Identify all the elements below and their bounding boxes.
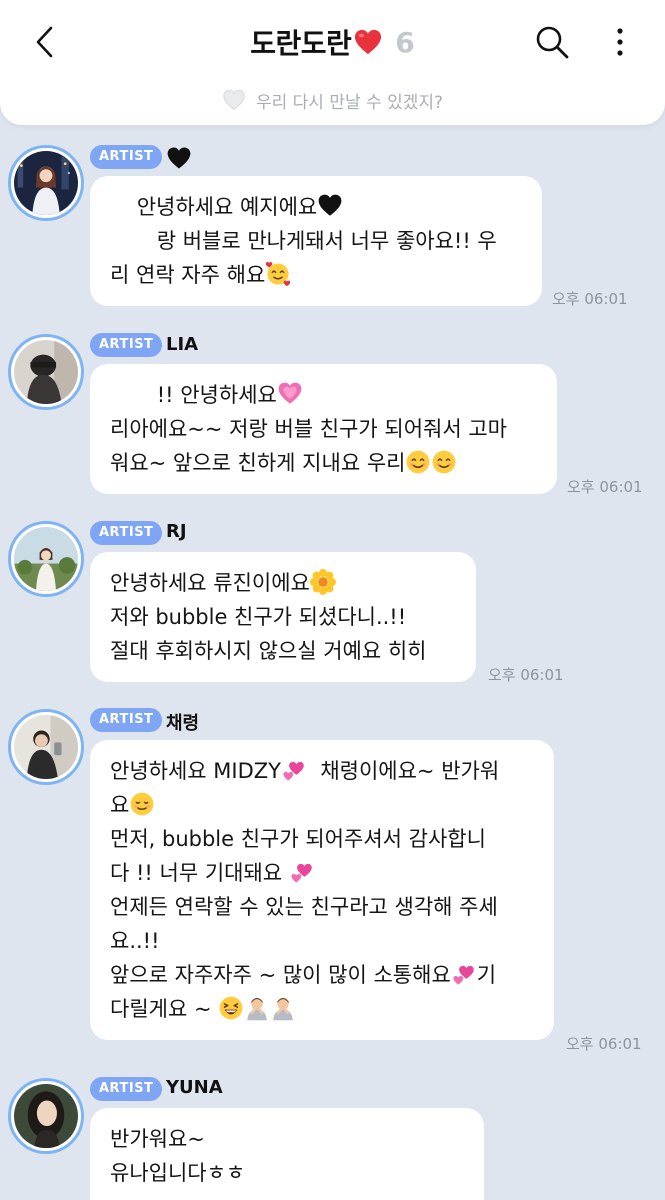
message-time: 오후 06:01: [552, 290, 628, 308]
avatar-photo: [14, 340, 78, 404]
artist-badge: ARTIST: [90, 145, 163, 169]
message-time: 오후 06:01: [488, 666, 564, 684]
sender-name: LIA: [166, 334, 199, 355]
laughing-emoji-icon: [218, 995, 244, 1021]
message-text: 기: [476, 963, 497, 987]
message-line: 안녕하세요 류진이에요: [110, 566, 456, 600]
message-text: 랑 버블로 만나게돼서 너무 좋아요!! 우: [110, 229, 497, 253]
subtitle-area: 우리 다시 만날 수 있겠지?: [0, 86, 665, 114]
message-line: 리아에요~~ 저랑 버블 친구가 되어줘서 고마: [110, 412, 537, 446]
message-line: 요..!!: [110, 924, 534, 958]
message-text: 유나입니다ㅎㅎ: [110, 1161, 246, 1185]
search-icon[interactable]: [534, 24, 570, 60]
message-text: 채령이에요~ 반가워: [306, 759, 500, 783]
message-time: 오후 06:01: [566, 1035, 642, 1053]
message-line: 랑 버블로 만나게돼서 너무 좋아요!! 우: [110, 224, 522, 258]
sender-name: RJ: [166, 521, 187, 542]
message-text: 리 연락 자주 해요: [110, 263, 266, 287]
message-bubble: !! 안녕하세요리아에요~~ 저랑 버블 친구가 되어줘서 고마워요~ 앞으로 …: [90, 364, 557, 494]
artist-badge: ARTIST: [90, 333, 163, 357]
message-line: 요: [110, 788, 534, 822]
white-heart-icon: [223, 90, 245, 111]
black-heart-emoji-icon: [317, 193, 343, 219]
message-line: 먼저, bubble 친구가 되어주셔서 감사합니: [110, 822, 534, 856]
chat-screen: 도란도란 6 우리 다시 만날 수 있겠지? ARTIST 안녕하세요 예지에요…: [0, 0, 665, 1200]
message-bubble: 안녕하세요 MIDZY 채령이에요~ 반가워요먼저, bubble 친구가 되어…: [90, 740, 554, 1040]
relieved-emoji-icon: [129, 791, 155, 817]
message-text: 앞으로 자주자주 ~ 많이 많이 소통해요: [110, 963, 451, 987]
two-hearts-emoji-icon: [289, 859, 315, 885]
message-text: 안녕하세요 MIDZY: [110, 759, 281, 783]
message-text: 요..!!: [110, 929, 160, 953]
message-line: !! 안녕하세요: [110, 378, 537, 412]
blossom-emoji-icon: [309, 569, 336, 595]
message-line: 워요~ 앞으로 친하게 지내요 우리: [110, 446, 537, 480]
message-text: 언제든 연락할 수 있는 친구라고 생각해 주세: [110, 895, 498, 919]
message-line: 앞으로 자주자주 ~ 많이 많이 소통해요 기: [110, 958, 534, 992]
message-text: 먼저, bubble 친구가 되어주셔서 감사합니: [110, 827, 486, 851]
message-line: 반가워요~: [110, 1122, 464, 1156]
message-text: 저와 bubble 친구가 되셨다니..!!: [110, 605, 407, 629]
artist-badge: ARTIST: [90, 1077, 163, 1101]
sender-name: YUNA: [166, 1077, 223, 1098]
message-time: 오후 06:01: [567, 478, 643, 496]
avatar-photo: [14, 527, 78, 591]
avatar-photo: [14, 151, 78, 215]
chat-subtitle: 우리 다시 만날 수 있겠지?: [255, 92, 444, 113]
avatar[interactable]: [8, 334, 84, 410]
message-text: 안녕하세요 류진이에요: [110, 571, 310, 595]
chat-header: 도란도란 6 우리 다시 만날 수 있겠지?: [0, 0, 665, 125]
avatar[interactable]: [8, 521, 84, 597]
message-line: 언제든 연락할 수 있는 친구라고 생각해 주세: [110, 890, 534, 924]
sparkling-heart-emoji-icon: [277, 381, 303, 407]
smile-emoji-icon: [405, 449, 431, 475]
two-hearts-emoji-icon: [451, 961, 477, 987]
bow-emoji-icon: [244, 995, 270, 1021]
avatar[interactable]: [8, 145, 84, 221]
artist-badge: ARTIST: [90, 708, 163, 732]
message-text: !! 안녕하세요: [110, 383, 277, 407]
avatar[interactable]: [8, 1078, 84, 1154]
message-line: 리 연락 자주 해요: [110, 258, 522, 292]
message-text: 다릴게요 ~: [110, 997, 219, 1021]
avatar-photo: [14, 1084, 78, 1148]
more-options-icon[interactable]: [606, 24, 634, 60]
bow-emoji-icon: [270, 995, 296, 1021]
avatar-photo: [14, 715, 78, 779]
message-text: 리아에요~~ 저랑 버블 친구가 되어줘서 고마: [110, 417, 508, 441]
message-line: 안녕하세요 예지에요: [110, 190, 522, 224]
red-heart-icon: [355, 29, 382, 55]
message-line: 저와 bubble 친구가 되셨다니..!!: [110, 600, 456, 634]
message-bubble: 안녕하세요 류진이에요저와 bubble 친구가 되셨다니..!! 절대 후회하시…: [90, 552, 476, 682]
message-line: 다 !! 너무 기대돼요: [110, 856, 534, 890]
smiling-face-hearts-emoji-icon: [265, 261, 291, 287]
sender-name: 채령: [166, 713, 200, 734]
message-line: 다릴게요 ~: [110, 992, 534, 1026]
avatar[interactable]: [8, 709, 84, 785]
message-bubble: 안녕하세요 예지에요 랑 버블로 만나게돼서 너무 좋아요!! 우리 연락 자주…: [90, 176, 542, 306]
message-line: 안녕하세요 MIDZY 채령이에요~ 반가워: [110, 754, 534, 788]
message-text: 요: [110, 793, 130, 817]
chat-title: 도란도란: [250, 27, 352, 60]
message-text: 절대 후회하시지 않으실 거예요 히히: [110, 639, 427, 663]
smile-emoji-icon: [431, 449, 457, 475]
two-hearts-emoji-icon: [281, 757, 307, 783]
artist-badge: ARTIST: [90, 521, 163, 545]
message-bubble: 반가워요~ 유나입니다ㅎㅎ: [90, 1108, 484, 1200]
message-text: 다 !! 너무 기대돼요: [110, 861, 289, 885]
message-line: 절대 후회하시지 않으실 거예요 히히: [110, 634, 456, 668]
message-line: 유나입니다ㅎㅎ: [110, 1156, 464, 1190]
message-text: 안녕하세요 예지에요: [110, 195, 318, 219]
black-heart-icon: [166, 145, 191, 169]
message-text: 워요~ 앞으로 친하게 지내요 우리: [110, 451, 406, 475]
member-count: 6: [395, 25, 415, 59]
message-text: 반가워요~: [110, 1127, 205, 1151]
